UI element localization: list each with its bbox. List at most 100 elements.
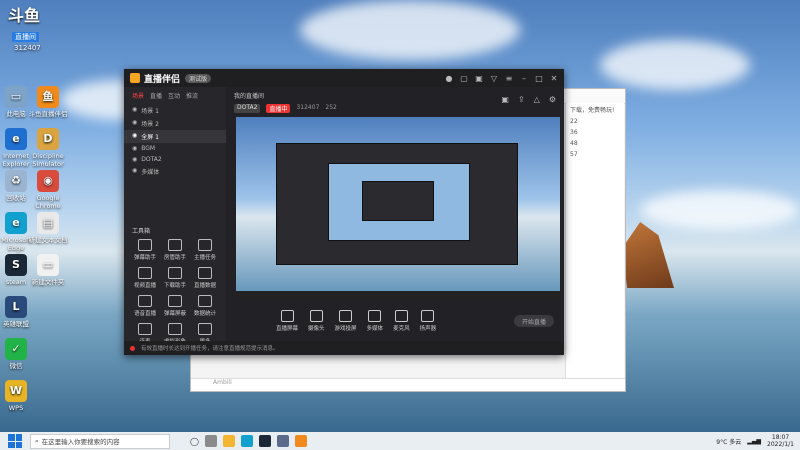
desktop-shortcut-label: 微信	[9, 362, 23, 370]
app-titlebar[interactable]: 直播伴侣 测试版 ● ▢ ▣ ▽ ≡ – □ ✕	[124, 69, 564, 87]
search-icon: ⌕	[35, 436, 39, 445]
source-label: 扬声器	[419, 326, 437, 332]
tab-interact[interactable]: 互动	[168, 91, 180, 100]
clock-time: 18:07	[771, 434, 790, 441]
avatar-icon[interactable]: ●	[445, 74, 453, 83]
source-button[interactable]: 直播屏幕	[276, 310, 298, 332]
source-icon	[280, 310, 294, 322]
tool-icon	[198, 295, 212, 307]
tab-stream[interactable]: 推流	[186, 91, 198, 100]
taskbar: ⌕ 在这里输入你要搜索的内容 ◯ 9°C 多云 ▂▄▆ 18:07 2022/1…	[0, 432, 800, 450]
desktop-shortcut-label: 斗鱼直播伴侣	[28, 110, 68, 118]
notice-text: 有效直播时长达到开播任务，请注意直播规范提示消息。	[141, 346, 279, 352]
desktop-shortcut[interactable]: W WPS	[0, 380, 38, 412]
weather-text[interactable]: 9°C 多云	[716, 437, 741, 446]
scene-item[interactable]: ◉ DOTA2	[124, 154, 226, 165]
desktop-shortcut[interactable]: L 英雄联盟	[0, 296, 38, 328]
start-live-button[interactable]: 开始直播	[514, 315, 554, 327]
tool-item[interactable]: 弹幕屏蔽	[160, 295, 190, 317]
scene-item[interactable]: ◉ 多媒体	[124, 165, 226, 178]
source-button[interactable]: 摄像头	[308, 310, 325, 332]
steam-taskbar-icon[interactable]	[258, 435, 271, 447]
desktop-shortcut[interactable]: D Discipline Simulator	[26, 128, 70, 168]
clock-date: 2022/1/1	[767, 441, 794, 448]
tool-item[interactable]: 数据统计	[190, 295, 220, 317]
explorer-taskbar-icon[interactable]	[222, 435, 235, 447]
gear-icon[interactable]: ⚙	[549, 95, 556, 104]
source-label: 直播屏幕	[276, 326, 299, 332]
tool-icon	[138, 239, 152, 251]
wechat-icon: ✓	[5, 338, 27, 360]
clock[interactable]: 18:07 2022/1/1	[767, 434, 794, 448]
menu-icon[interactable]: ≡	[505, 74, 513, 83]
brand-logo: 斗鱼	[8, 6, 41, 25]
desktop-shortcut[interactable]: 鱼斗鱼直播伴侣	[26, 86, 70, 118]
source-icon	[394, 310, 408, 322]
wps-icon: W	[5, 380, 27, 402]
brand-room-id: 312407	[14, 44, 41, 52]
message-icon[interactable]: ▢	[460, 74, 468, 83]
source-button[interactable]: 麦克风	[393, 310, 410, 332]
taskbar-app[interactable]	[204, 435, 217, 447]
edge-taskbar-icon[interactable]	[240, 435, 253, 447]
notice-icon	[130, 345, 135, 351]
source-button[interactable]: 多媒体	[367, 310, 383, 332]
tab-scene[interactable]: 场景	[132, 91, 144, 100]
maximize-icon[interactable]: □	[535, 74, 543, 83]
source-icon	[309, 310, 323, 322]
live-badge: 直播中	[266, 104, 291, 113]
filter-icon[interactable]: ▽	[490, 74, 498, 83]
share-icon[interactable]: ⇪	[518, 95, 525, 104]
stream-title: 我的直播间	[234, 93, 265, 100]
sea-rock	[622, 222, 674, 288]
tool-icon	[138, 267, 152, 279]
tab-live[interactable]: 直播	[150, 91, 162, 100]
version-badge: 测试版	[185, 73, 212, 83]
category-badge[interactable]: DOTA2	[234, 104, 261, 113]
side-row: 36	[570, 129, 578, 136]
desktop-shortcut[interactable]: ▤ 新建文本文档	[26, 212, 70, 244]
taskbar-app[interactable]	[276, 435, 289, 447]
tool-item[interactable]: 直播数据	[190, 267, 220, 289]
document-icon: ▤	[37, 212, 59, 234]
task-view-icon[interactable]: ◯	[190, 437, 199, 446]
source-button[interactable]: 游戏投屏	[335, 310, 357, 332]
tool-item[interactable]: 语音直播	[130, 295, 160, 317]
start-button[interactable]	[8, 434, 22, 448]
tool-icon	[168, 323, 182, 335]
source-button[interactable]: 扬声器	[419, 310, 437, 332]
tool-label: 直播数据	[193, 283, 216, 289]
streaming-app-window[interactable]: 直播伴侣 测试版 ● ▢ ▣ ▽ ≡ – □ ✕ 场景 直播 互动 推流 ◉ 场…	[124, 69, 564, 355]
gift-icon[interactable]: ▣	[501, 95, 509, 104]
bell-icon[interactable]: △	[534, 95, 540, 104]
desktop-shortcut[interactable]: ◉ Google Chrome	[26, 170, 70, 210]
chat-input[interactable]: Ambili	[191, 378, 625, 391]
minimize-icon[interactable]: –	[520, 74, 528, 83]
shirt-icon[interactable]: ▣	[475, 74, 483, 83]
tool-item[interactable]: 视频直播	[130, 267, 160, 289]
app-logo-icon	[130, 73, 140, 83]
desktop-shortcut[interactable]: ✓ 微信	[0, 338, 38, 370]
close-icon[interactable]: ✕	[550, 74, 558, 83]
tool-icon	[138, 295, 152, 307]
hot-count: 252	[325, 104, 337, 111]
search-placeholder: 在这里输入你要搜索的内容	[41, 438, 120, 446]
network-icon[interactable]: ▂▄▆	[747, 438, 761, 445]
scene-item[interactable]: ◉ 场景 2	[124, 117, 226, 130]
taskbar-search[interactable]: ⌕ 在这里输入你要搜索的内容	[30, 433, 170, 449]
tool-item[interactable]: 主播任务	[190, 239, 220, 261]
background-window-sidebar: 下载，免费畅玩! 22 36 48 57	[565, 103, 624, 379]
scene-item[interactable]: ◉ 场景 1	[124, 104, 226, 117]
desktop-shortcut[interactable]: ▭ 新建文件夹	[26, 254, 70, 286]
tool-icon	[168, 267, 182, 279]
tool-item[interactable]: 弹幕助手	[130, 239, 160, 261]
tool-item[interactable]: 房管助手	[160, 239, 190, 261]
scene-item-active[interactable]: ◉ 全屏 1	[124, 130, 226, 143]
ie-icon: e	[5, 128, 27, 150]
douyu-taskbar-icon[interactable]	[294, 435, 307, 447]
source-icon	[368, 310, 382, 322]
scene-item[interactable]: ◉ BGM	[124, 143, 226, 154]
toolbox-heading: 工具箱	[132, 228, 151, 235]
tool-item[interactable]: 下载助手	[160, 267, 190, 289]
stream-preview[interactable]	[236, 117, 560, 299]
